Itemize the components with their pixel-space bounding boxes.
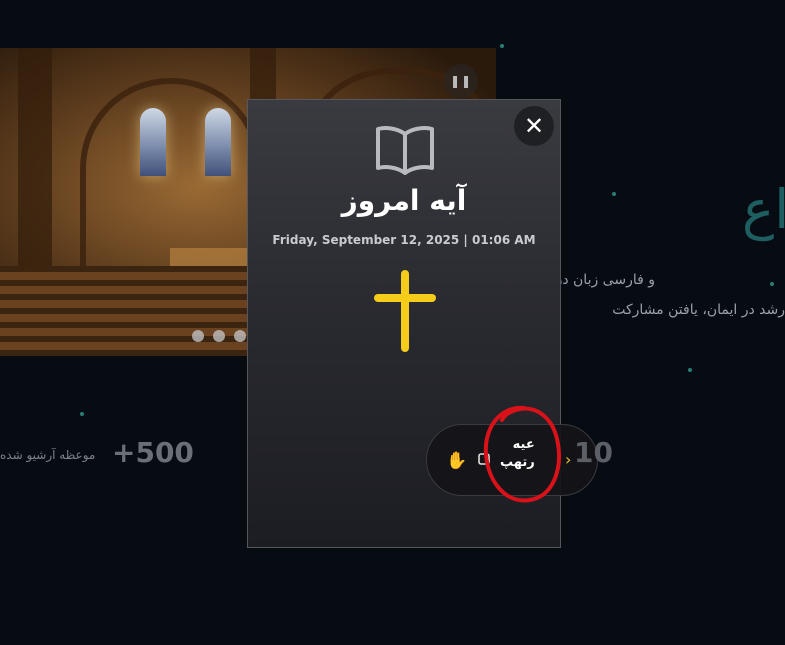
slider-dot[interactable] [192,330,204,342]
annotation-circle [483,405,561,503]
pause-icon: ❚❚ [449,74,473,88]
close-button[interactable]: ✕ [514,106,554,146]
decorative-dot [500,44,504,48]
slider-pause-button[interactable]: ❚❚ [444,64,478,98]
toolbar-number: 10 [574,436,613,469]
stained-glass-window [140,108,166,176]
decorative-dot [612,192,616,196]
stat-number: +500 [112,436,194,469]
slider-dot[interactable] [213,330,225,342]
chevron-right-icon[interactable]: › [565,450,571,469]
close-icon: ✕ [523,112,545,140]
open-book-icon [376,126,434,175]
stat-label: موعظه آرشیو شده [0,448,96,462]
modal-title: آیه امروز [341,184,467,217]
slider-dot[interactable] [234,330,246,342]
hand-icon[interactable]: ✋ [446,451,467,471]
decorative-dot [80,412,84,416]
decorative-dot [688,368,692,372]
modal-date: Friday, September 12, 2025 | 01:06 AM [272,233,536,247]
slider-dots [192,330,246,342]
section-heading: اع [742,178,785,241]
section-text-line: رشد در ایمان، یافتن مشارکت [612,302,785,318]
decorative-dot [770,282,774,286]
cross-icon [374,270,436,352]
stained-glass-window [205,108,231,176]
